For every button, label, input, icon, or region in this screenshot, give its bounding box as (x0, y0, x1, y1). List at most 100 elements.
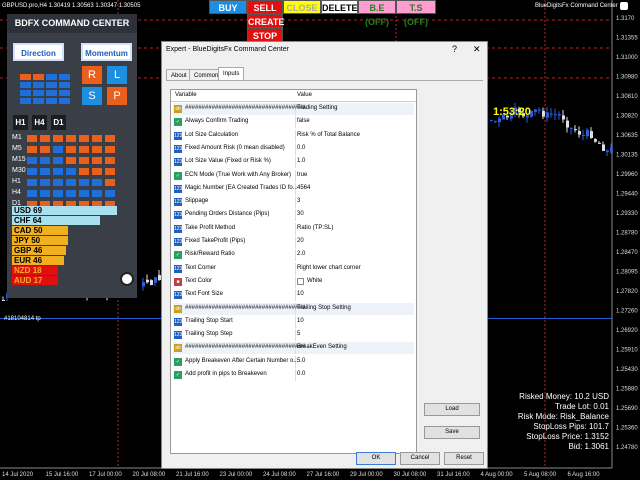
direction-header: Direction (13, 43, 64, 61)
sell-button[interactable]: SELL (247, 0, 283, 14)
save-button[interactable]: Save (424, 426, 480, 439)
stoploss-price: StopLoss Price: 1.3152 (526, 432, 609, 441)
param-value[interactable]: 30 (297, 211, 304, 217)
tf-cell (92, 179, 102, 186)
param-value[interactable]: true (297, 172, 307, 178)
param-value[interactable]: White (307, 278, 322, 284)
param-value[interactable]: Trailing Stop Setting (297, 305, 351, 311)
candle-body (494, 120, 497, 122)
load-button[interactable]: Load (424, 403, 480, 416)
reset-button[interactable]: Reset (444, 452, 484, 465)
param-value[interactable]: 2.0 (297, 251, 305, 257)
param-value[interactable]: BreakEven Setting (297, 344, 347, 350)
param-row[interactable]: ✓ ECN Mode (True Work with Any Broker) tru… (173, 169, 414, 182)
stop-button[interactable]: STOP (247, 28, 283, 42)
color-swatch[interactable] (297, 277, 304, 285)
momentum-l-button[interactable]: L (107, 66, 127, 84)
param-name: Add profit in pips to Breakeven (185, 371, 267, 377)
tf-cell (53, 135, 63, 142)
currency-strength-row: AUD 17 (12, 276, 58, 285)
tf-d1-button[interactable]: D1 (51, 115, 66, 130)
close-trades-button[interactable]: CLOSE (283, 0, 321, 14)
param-value[interactable]: Right lower chart corner (297, 265, 361, 271)
param-row[interactable]: ✓ Always Confirm Trading false (173, 116, 414, 129)
tf-cell (27, 190, 37, 197)
cancel-button[interactable]: Cancel (400, 452, 440, 465)
param-name: #################################### (185, 304, 306, 311)
param-row[interactable]: 123 Fixed Amount Risk (0 mean disabled) 0.… (173, 142, 414, 155)
param-row[interactable]: 123 Text Font Size 10 (173, 289, 414, 302)
param-value[interactable]: 0.0 (297, 145, 305, 151)
param-value[interactable]: 10 (297, 291, 304, 297)
momentum-s-button[interactable]: S (82, 87, 102, 105)
column-separator (295, 275, 296, 288)
param-value[interactable]: Ratio (TP:SL) (297, 225, 333, 231)
param-row[interactable]: ab #################################### Tr… (173, 103, 414, 115)
trailing-stop-toggle[interactable]: T.S (OFF) (396, 0, 436, 27)
candle-body (550, 113, 553, 115)
param-row[interactable]: ✓ Apply Breakeven After Certain Number o.… (173, 355, 414, 368)
param-value[interactable]: 10 (297, 318, 304, 324)
momentum-r-button[interactable]: R (82, 66, 102, 84)
ok-button[interactable]: OK (356, 452, 396, 465)
param-row[interactable]: ab #################################### Br… (173, 342, 414, 355)
param-value[interactable]: 5.0 (297, 358, 305, 364)
param-row[interactable]: 123 Text Corner Right lower chart corner (173, 262, 414, 275)
number-type-icon: 123 (174, 224, 183, 233)
close-icon[interactable]: ✕ (473, 44, 481, 55)
tf-cell (105, 135, 115, 142)
param-row[interactable]: 123 Trailing Stop Start 10 (173, 315, 414, 328)
param-row[interactable]: 123 Take Profit Method Ratio (TP:SL) (173, 222, 414, 235)
param-row[interactable]: 123 Lot Size Calculation Risk % of Total B… (173, 129, 414, 142)
tab-inputs[interactable]: Inputs (218, 67, 245, 81)
param-row[interactable]: 123 Pending Orders Distance (Pips) 30 (173, 209, 414, 222)
inputs-table[interactable]: Variable Value ab #######################… (170, 89, 417, 454)
param-row[interactable]: 123 Slippage 3 (173, 196, 414, 209)
param-row[interactable]: 123 Magic Number (EA Created Trades ID fo… (173, 182, 414, 195)
tf-cell (53, 157, 63, 164)
candle-body (538, 109, 541, 111)
currency-value: 46 (33, 256, 43, 265)
param-row[interactable]: ab #################################### Tr… (173, 302, 414, 315)
column-separator (295, 262, 296, 275)
price-axis-label: 1.25880 (616, 387, 638, 393)
tf-cell (79, 135, 89, 142)
tf-h1-button[interactable]: H1 (13, 115, 28, 130)
param-row[interactable]: 123 Lot Size Value (Fixed or Risk %) 1.0 (173, 156, 414, 169)
param-value[interactable]: Trading Setting (297, 105, 337, 111)
tab-divider (166, 80, 483, 81)
tf-h4-button[interactable]: H4 (32, 115, 47, 130)
string-type-icon: ab (174, 344, 182, 353)
param-row[interactable]: ✓ Risk/Reward Ratio 2.0 (173, 249, 414, 262)
param-value[interactable]: 4564 (297, 185, 310, 191)
param-value[interactable]: 5 (297, 331, 300, 337)
help-icon[interactable]: ? (452, 44, 457, 54)
date-axis-label: 6 Aug 16:00 (568, 472, 601, 478)
candle-body (150, 280, 153, 286)
buy-button[interactable]: BUY (209, 0, 247, 14)
tf-cell (27, 146, 37, 153)
tf-cell (40, 179, 50, 186)
tf-cell (66, 168, 76, 175)
currency-value: 50 (33, 226, 43, 235)
create-button[interactable]: CREATE (247, 14, 284, 28)
column-separator (295, 289, 296, 302)
delete-button[interactable]: DELETE (321, 0, 358, 14)
param-row[interactable]: 123 Trailing Stop Step 5 (173, 329, 414, 342)
tf-cell (66, 179, 76, 186)
param-value[interactable]: 3 (297, 198, 300, 204)
breakeven-toggle[interactable]: B.E (OFF) (358, 0, 396, 27)
momentum-p-button[interactable]: P (107, 87, 127, 105)
param-value[interactable]: Risk % of Total Balance (297, 132, 360, 138)
price-axis-label: 1.25690 (616, 406, 638, 412)
date-axis-label: 21 Jul 16:00 (176, 472, 209, 478)
param-value[interactable]: 1.0 (297, 158, 305, 164)
param-row[interactable]: ✓ Add profit in pips to Breakeven 0.0 (173, 369, 414, 381)
param-value[interactable]: false (297, 118, 310, 124)
param-value[interactable]: 20 (297, 238, 304, 244)
tf-row-label: M15 (12, 156, 26, 163)
param-row[interactable]: 123 Fixed TakeProfit (Pips) 20 (173, 236, 414, 248)
param-row[interactable]: ■ Text Color White (173, 275, 414, 288)
param-value[interactable]: 0.0 (297, 371, 305, 377)
price-axis-label: 1.30980 (616, 75, 638, 81)
